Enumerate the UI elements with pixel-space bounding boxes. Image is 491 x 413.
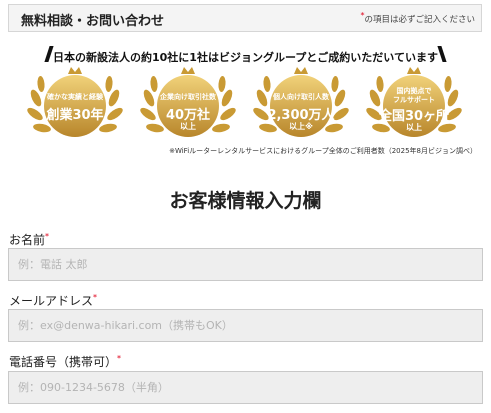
crown-icon [294, 67, 308, 74]
name-input[interactable] [8, 248, 483, 281]
required-note: *の項目は必ずご記入ください [360, 11, 475, 25]
survey-footnote: ※WiFiルーターレンタルサービスにおけるグループ全体のご利用者数（2025年8… [169, 147, 477, 155]
required-asterisk: * [93, 293, 98, 302]
form-section-title: お客様情報入力欄 [169, 190, 322, 212]
badge-caption: フルサポート [393, 96, 435, 104]
email-label: メールアドレス* [9, 293, 98, 308]
phone-input[interactable] [8, 371, 483, 404]
crown-icon [407, 67, 421, 74]
badge-individual-clients: 個人向け取引人数 2,300万人 以上※ [248, 62, 354, 150]
phone-label: 電話番号（携帯可）* [9, 354, 122, 369]
contact-header-bar: 無料相談・お問い合わせ *の項目は必ずご記入ください [8, 4, 482, 32]
badge-founding-years: 確かな実績と経験 創業30年 [22, 62, 128, 150]
email-input[interactable] [8, 309, 483, 342]
badge-suffix: 以上 [406, 123, 422, 132]
badge-suffix: 以上 [180, 122, 196, 131]
badge-nationwide-locations: 国内拠点で フルサポート 全国30ヶ所 以上 [361, 62, 467, 150]
badge-caption: 確かな実績と経験 [47, 93, 103, 101]
header-title: 無料相談・お問い合わせ [21, 14, 165, 29]
badge-caption: 企業向け取引社数 [160, 93, 216, 101]
name-label: お名前* [9, 232, 50, 247]
badge-caption: 個人向け取引人数 [273, 93, 329, 101]
badge-suffix: 以上※ [289, 122, 313, 131]
required-asterisk: * [45, 232, 50, 241]
required-asterisk: * [117, 354, 122, 363]
crown-icon [68, 67, 82, 74]
crown-icon [181, 67, 195, 74]
badge-value: 創業30年 [46, 108, 104, 123]
badge-corporate-clients: 企業向け取引社数 40万社 以上 [135, 62, 241, 150]
